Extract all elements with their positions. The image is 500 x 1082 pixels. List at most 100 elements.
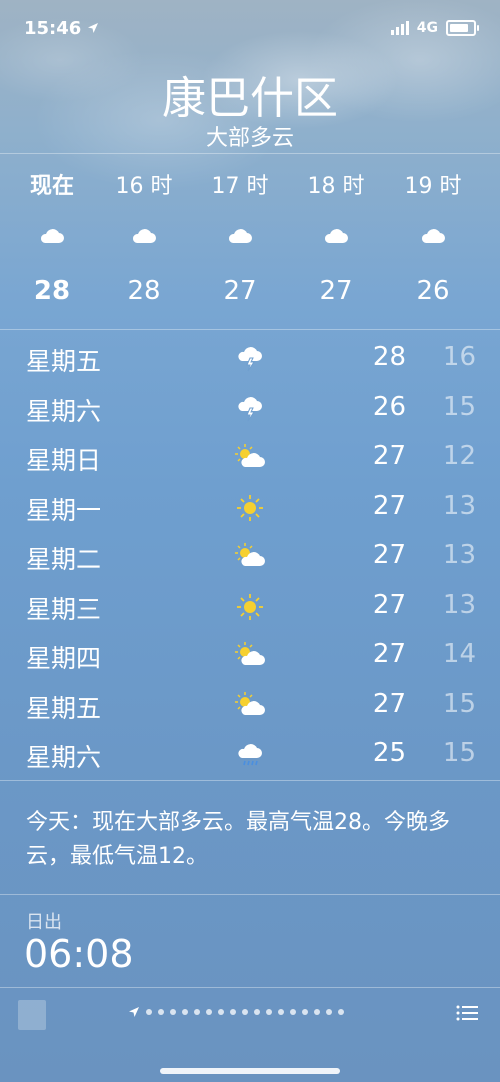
day-name: 星期三 xyxy=(26,594,102,624)
page-dot xyxy=(314,1009,320,1015)
hour-item: 16 时 28 xyxy=(104,160,184,306)
day-name: 星期四 xyxy=(26,644,102,673)
hour-label: 19 时 xyxy=(404,174,462,199)
sun-icon xyxy=(235,592,265,622)
day-high: 27 xyxy=(372,540,406,570)
page-dot xyxy=(230,1009,236,1015)
divider-hourly xyxy=(0,329,500,330)
day-high: 27 xyxy=(372,441,406,471)
weather-channel-logo[interactable] xyxy=(18,1000,46,1030)
day-name: 星期五 xyxy=(26,693,102,723)
day-high: 25 xyxy=(372,738,406,768)
footer-bar xyxy=(0,996,500,1036)
day-high: 27 xyxy=(372,589,406,620)
day-name: 星期日 xyxy=(26,446,102,475)
hour-label: 现在 xyxy=(29,174,74,199)
sunrise-time: 06:08 xyxy=(24,932,134,976)
status-right: 4G xyxy=(390,20,479,36)
day-name: 星期六 xyxy=(26,743,102,772)
hour-label: 18 时 xyxy=(307,174,365,199)
day-high: 26 xyxy=(372,391,406,422)
list-icon[interactable] xyxy=(456,1004,478,1022)
divider-summary xyxy=(0,894,500,895)
page-dot xyxy=(266,1009,272,1015)
page-dot xyxy=(194,1009,200,1015)
page-dot xyxy=(290,1009,296,1015)
daily-row: 星期四 27 14 xyxy=(0,631,500,681)
hour-item: 现在 28 xyxy=(12,160,92,306)
day-low: 15 xyxy=(442,688,476,719)
location-arrow-icon xyxy=(129,1007,139,1017)
day-low: 13 xyxy=(442,490,476,521)
city-name: 康巴什区 xyxy=(162,73,338,124)
daily-row: 星期日 27 12 xyxy=(0,433,500,483)
thunderstorm-icon xyxy=(235,394,265,424)
daily-row: 星期六 26 15 xyxy=(0,384,500,434)
divider-daily xyxy=(0,780,500,781)
partly-cloudy-icon xyxy=(235,641,265,671)
hour-item: 17 时 27 xyxy=(200,160,280,306)
partly-cloudy-icon xyxy=(235,542,265,572)
hour-temp: 26 xyxy=(416,276,450,306)
sunrise-label: 日出 xyxy=(26,912,62,933)
status-left: 15:46 xyxy=(24,18,99,39)
day-name: 星期五 xyxy=(26,347,102,376)
page-dot xyxy=(170,1009,176,1015)
cloud-icon xyxy=(12,226,92,256)
hourly-forecast[interactable]: 现在 28 16 时 28 17 时 27 18 时 27 19 时 26 xyxy=(0,160,500,328)
day-name: 星期二 xyxy=(26,545,102,574)
day-low: 13 xyxy=(442,589,476,620)
day-high: 27 xyxy=(372,688,406,719)
page-dot xyxy=(242,1009,248,1015)
hour-temp: 28 xyxy=(33,276,71,306)
day-low: 16 xyxy=(442,342,476,372)
page-dot xyxy=(158,1009,164,1015)
status-bar: 15:46 4G xyxy=(0,0,500,56)
daily-row: 星期二 27 13 xyxy=(0,532,500,582)
hour-label: 16 时 xyxy=(115,174,173,199)
hour-temp: 27 xyxy=(223,276,257,306)
page-dot xyxy=(218,1009,224,1015)
signal-icon xyxy=(390,21,409,35)
page-dot xyxy=(326,1009,332,1015)
page-dot xyxy=(278,1009,284,1015)
day-high: 27 xyxy=(372,490,406,521)
day-low: 14 xyxy=(442,639,476,669)
day-low: 15 xyxy=(442,391,476,422)
network-type: 4G xyxy=(416,20,438,36)
hour-item: 19 时 26 xyxy=(393,160,473,306)
daily-row: 星期一 27 13 xyxy=(0,483,500,533)
hour-label: 17 时 xyxy=(211,174,269,199)
partly-cloudy-icon xyxy=(235,691,265,721)
battery-icon xyxy=(446,20,479,36)
page-dot xyxy=(206,1009,212,1015)
status-time: 15:46 xyxy=(24,17,82,39)
page-indicator[interactable] xyxy=(128,1006,344,1018)
page-dot xyxy=(338,1009,344,1015)
cloud-icon xyxy=(200,226,280,256)
thunderstorm-icon xyxy=(235,344,265,374)
hour-item: 18 时 27 xyxy=(296,160,376,306)
page-dot xyxy=(254,1009,260,1015)
location-arrow-icon xyxy=(88,23,99,33)
day-high: 28 xyxy=(372,342,406,372)
home-indicator[interactable] xyxy=(160,1068,340,1074)
cloud-icon xyxy=(104,226,184,256)
day-name: 星期六 xyxy=(26,396,102,426)
cloud-icon xyxy=(296,226,376,256)
cloud-icon xyxy=(393,226,473,256)
page-dot xyxy=(146,1009,152,1015)
daily-row: 星期六 25 15 xyxy=(0,730,500,780)
today-summary: 今天：现在大部多云。最高气温28。今晚多云，最低气温12。 xyxy=(26,810,450,869)
hour-temp: 27 xyxy=(319,276,353,306)
daily-row: 星期五 28 16 xyxy=(0,334,500,384)
day-high: 27 xyxy=(372,639,406,669)
daily-row: 星期五 27 15 xyxy=(0,681,500,731)
day-low: 15 xyxy=(442,738,476,768)
partly-cloudy-icon xyxy=(235,443,265,473)
page-dot xyxy=(182,1009,188,1015)
day-low: 12 xyxy=(442,441,476,471)
day-name: 星期一 xyxy=(26,495,102,525)
divider-footer xyxy=(0,987,500,988)
page-dot xyxy=(302,1009,308,1015)
